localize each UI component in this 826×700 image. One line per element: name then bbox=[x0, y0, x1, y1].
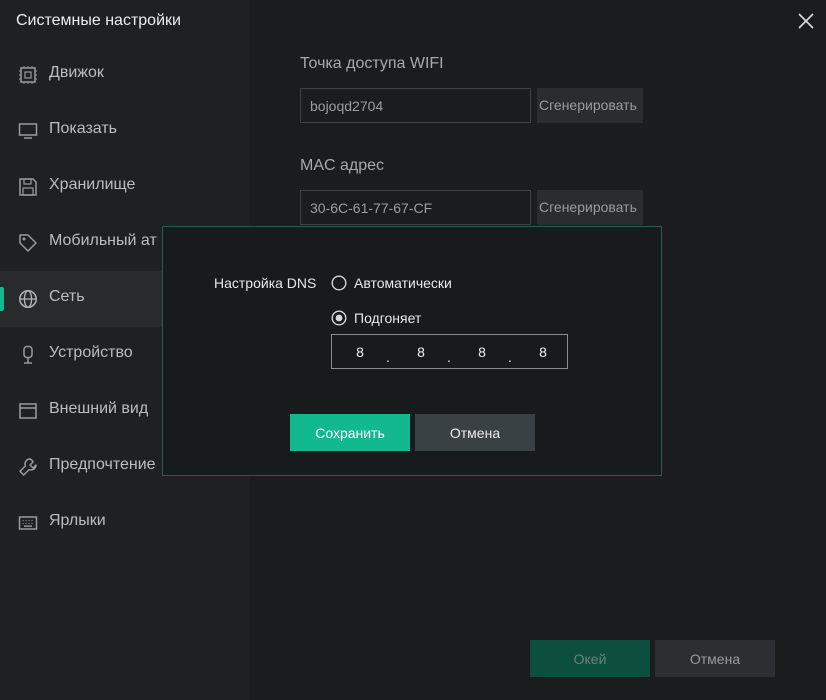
ip-octet[interactable]: 8 bbox=[467, 344, 497, 360]
custom-radio-label[interactable]: Подгоняет bbox=[354, 310, 421, 326]
auto-radio-label[interactable]: Автоматически bbox=[354, 275, 452, 291]
ok-button[interactable]: Окей bbox=[530, 640, 650, 677]
wifi-generate-button[interactable]: Сгенерировать bbox=[537, 88, 643, 123]
sidebar-item-label: Внешний вид bbox=[49, 400, 149, 417]
ip-separator: . bbox=[508, 349, 512, 365]
dns-setting-label: Настройка DNS bbox=[214, 275, 317, 291]
sidebar-item-label: Сеть bbox=[49, 288, 85, 305]
keyboard-icon bbox=[18, 516, 38, 530]
ip-octet[interactable]: 8 bbox=[406, 344, 436, 360]
sidebar-item-shortcuts[interactable]: Ярлыки bbox=[0, 495, 250, 551]
sidebar-item-label: Предпочтение bbox=[49, 456, 156, 473]
sidebar-item-storage[interactable]: Хранилище bbox=[0, 159, 250, 215]
tag-icon bbox=[19, 234, 37, 252]
wifi-label: Точка доступа WIFI bbox=[300, 55, 444, 72]
dns-dialog: Настройка DNS Автоматически Подгоняет 8 … bbox=[162, 226, 662, 476]
save-icon bbox=[19, 178, 37, 196]
ip-octet[interactable]: 8 bbox=[345, 344, 375, 360]
save-button[interactable]: Сохранить bbox=[290, 414, 410, 451]
wrench-icon bbox=[19, 458, 37, 476]
globe-icon bbox=[19, 290, 37, 308]
ip-separator: . bbox=[386, 349, 390, 365]
close-icon[interactable] bbox=[795, 10, 817, 32]
ip-separator: . bbox=[447, 349, 451, 365]
mac-label: MAC адрес bbox=[300, 157, 385, 174]
auto-radio[interactable] bbox=[331, 275, 347, 291]
ip-octet[interactable]: 8 bbox=[528, 344, 558, 360]
custom-radio[interactable] bbox=[331, 310, 347, 326]
mac-input[interactable]: 30-6C-61-77-67-CF bbox=[300, 190, 531, 225]
monitor-icon bbox=[18, 123, 38, 139]
cancel-button[interactable]: Отмена bbox=[655, 640, 775, 677]
sidebar-item-engine[interactable]: Движок bbox=[0, 47, 250, 103]
sidebar-item-label: Показать bbox=[49, 120, 118, 137]
sidebar-item-label: Ярлыки bbox=[49, 512, 106, 529]
sidebar-item-display[interactable]: Показать bbox=[0, 103, 250, 159]
window-title: Системные настройки bbox=[16, 12, 181, 29]
sidebar-item-label: Хранилище bbox=[49, 176, 136, 193]
device-icon bbox=[23, 345, 33, 364]
sidebar-item-label: Мобильный ат bbox=[49, 232, 157, 249]
mac-generate-button[interactable]: Сгенерировать bbox=[537, 190, 643, 225]
dns-ip-input[interactable]: 8 . 8 . 8 . 8 bbox=[331, 334, 568, 369]
dialog-cancel-button[interactable]: Отмена bbox=[415, 414, 535, 451]
window-icon bbox=[19, 403, 37, 419]
sidebar-item-label: Устройство bbox=[49, 344, 133, 361]
chip-icon bbox=[19, 66, 37, 84]
wifi-input[interactable]: bojoqd2704 bbox=[300, 88, 531, 123]
sidebar-item-label: Движок bbox=[49, 64, 104, 81]
